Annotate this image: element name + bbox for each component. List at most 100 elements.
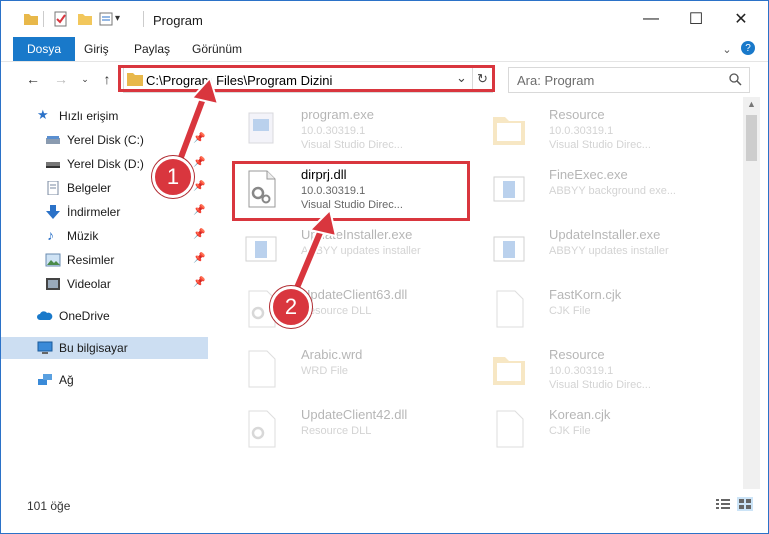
forward-arrow-icon[interactable]: → [51, 69, 71, 89]
file-detail: Resource DLL [301, 425, 372, 437]
close-button[interactable]: ✕ [718, 1, 764, 37]
sidebar-item-music[interactable]: ♪ Müzik 📌 [1, 225, 208, 247]
tab-file[interactable]: Dosya [13, 37, 76, 61]
file-name: Arabic.wrd [301, 347, 363, 362]
recent-locations-icon[interactable]: ⌄ [75, 69, 95, 89]
properties-icon[interactable] [53, 11, 69, 27]
file-icon [496, 410, 524, 448]
qat-dropdown-icon[interactable]: ▾ [115, 13, 120, 24]
file-name: Resource [549, 107, 605, 122]
file-item[interactable]: Korean.cjk CJK File [479, 401, 719, 459]
minimize-button[interactable]: — [628, 1, 674, 37]
documents-icon [47, 181, 59, 195]
file-item[interactable]: Resource 10.0.30319.1 Visual Studio Dire… [479, 341, 719, 399]
pictures-icon [45, 253, 61, 267]
file-item[interactable]: UpdateClient42.dll Resource DLL [231, 401, 471, 459]
file-detail: WRD File [301, 365, 349, 377]
sidebar-item-label: İndirmeler [67, 205, 121, 219]
search-icon[interactable] [729, 73, 742, 86]
pin-icon: 📌 [193, 229, 206, 240]
scroll-up-icon[interactable]: ▲ [747, 99, 756, 109]
file-detail: ABBYY updates installer [549, 245, 669, 257]
file-item[interactable]: FineExec.exe ABBYY background exe... [479, 161, 719, 219]
file-name: FastKorn.cjk [549, 287, 622, 302]
tiles-view-icon[interactable] [737, 497, 753, 511]
download-icon [46, 205, 60, 219]
file-name: UpdateInstaller.exe [301, 227, 413, 242]
up-arrow-icon[interactable]: ↑ [97, 69, 117, 89]
file-detail: CJK File [549, 305, 591, 317]
pin-icon: 📌 [193, 133, 206, 144]
file-name: UpdateClient63.dll [301, 287, 408, 302]
back-arrow-icon[interactable]: ← [23, 69, 43, 89]
file-detail: 10.0.30319.1 [549, 365, 614, 377]
sidebar-item-network[interactable]: Ağ [1, 369, 208, 391]
sidebar-item-pictures[interactable]: Resimler 📌 [1, 249, 208, 271]
ribbon-tabs: Dosya Giriş Paylaş Görünüm ⌄ ? [1, 37, 768, 62]
file-item[interactable]: UpdateInstaller.exe ABBYY updates instal… [479, 221, 719, 279]
sidebar-item-disk-c[interactable]: Yerel Disk (C:) 📌 [1, 129, 208, 151]
file-name: program.exe [301, 107, 374, 122]
details-view-icon[interactable] [715, 497, 731, 511]
file-name: Resource [549, 347, 605, 362]
dll-icon [248, 410, 276, 448]
file-detail: Visual Studio Direc... [549, 379, 651, 391]
sidebar-item-label: Bu bilgisayar [59, 341, 128, 355]
chevron-down-icon[interactable]: ⌄ [719, 41, 735, 57]
pin-icon: 📌 [193, 277, 206, 288]
file-detail: ABBYY updates installer [301, 245, 421, 257]
folder-icon [493, 357, 525, 385]
tab-home[interactable]: Giriş [84, 37, 109, 61]
status-bar: 101 öğe [1, 491, 768, 517]
title-bar: ▾ Program — ☐ ✕ [1, 1, 768, 37]
file-item[interactable]: UpdateInstaller.exe ABBYY updates instal… [231, 221, 471, 279]
app-window-icon [493, 236, 525, 262]
file-item[interactable]: Resource 10.0.30319.1 Visual Studio Dire… [479, 101, 719, 159]
file-detail: 10.0.30319.1 [301, 125, 366, 137]
drive-icon [46, 136, 60, 144]
file-item[interactable]: UpdateClient63.dll Resource DLL [231, 281, 471, 339]
file-detail: Visual Studio Direc... [549, 139, 651, 151]
tab-share[interactable]: Paylaş [134, 37, 170, 61]
customize-toolbar-icon[interactable] [99, 11, 115, 27]
network-icon [38, 374, 52, 385]
new-folder-icon[interactable] [77, 11, 93, 27]
folder-icon [493, 117, 525, 145]
search-box[interactable]: Ara: Program [508, 67, 750, 93]
app-window-icon [245, 236, 277, 262]
sidebar-item-quick-access[interactable]: ★ Hızlı erişim [1, 105, 208, 127]
tab-view[interactable]: Görünüm [192, 37, 242, 61]
pin-icon: 📌 [193, 205, 206, 216]
sidebar-item-downloads[interactable]: İndirmeler 📌 [1, 201, 208, 223]
sidebar-item-label: Hızlı erişim [59, 109, 119, 123]
music-icon: ♪ [47, 227, 54, 243]
pin-icon: 📌 [193, 157, 206, 168]
file-name: UpdateClient42.dll [301, 407, 408, 422]
vertical-scrollbar[interactable]: ▲ [743, 97, 760, 489]
explorer-window: ▾ Program — ☐ ✕ Dosya Giriş Paylaş Görün… [0, 0, 769, 534]
file-detail: ABBYY background exe... [549, 185, 676, 197]
scrollbar-thumb[interactable] [746, 115, 757, 161]
sidebar-item-videos[interactable]: Videolar 📌 [1, 273, 208, 295]
file-item[interactable]: program.exe 10.0.30319.1 Visual Studio D… [231, 101, 471, 159]
star-icon: ★ [37, 107, 49, 122]
file-item[interactable]: Arabic.wrd WRD File [231, 341, 471, 399]
sidebar-item-label: Müzik [67, 229, 99, 243]
sidebar-item-label: OneDrive [59, 309, 110, 323]
sidebar-item-label: Belgeler [67, 181, 112, 195]
pin-icon: 📌 [193, 253, 206, 264]
pin-icon: 📌 [193, 181, 206, 192]
file-item[interactable]: FastKorn.cjk CJK File [479, 281, 719, 339]
help-icon[interactable]: ? [741, 41, 755, 55]
file-detail: 10.0.30319.1 [549, 125, 614, 137]
maximize-button[interactable]: ☐ [673, 1, 719, 37]
file-detail: Visual Studio Direc... [301, 139, 403, 151]
file-name: FineExec.exe [549, 167, 628, 182]
step-1-badge: 1 [152, 156, 194, 198]
search-placeholder: Ara: Program [517, 73, 595, 88]
sidebar-item-onedrive[interactable]: OneDrive [1, 305, 208, 327]
file-icon [248, 350, 276, 388]
sidebar-item-this-pc[interactable]: Bu bilgisayar [1, 337, 208, 359]
app-window-icon [493, 176, 525, 202]
sidebar-item-label: Videolar [67, 277, 111, 291]
